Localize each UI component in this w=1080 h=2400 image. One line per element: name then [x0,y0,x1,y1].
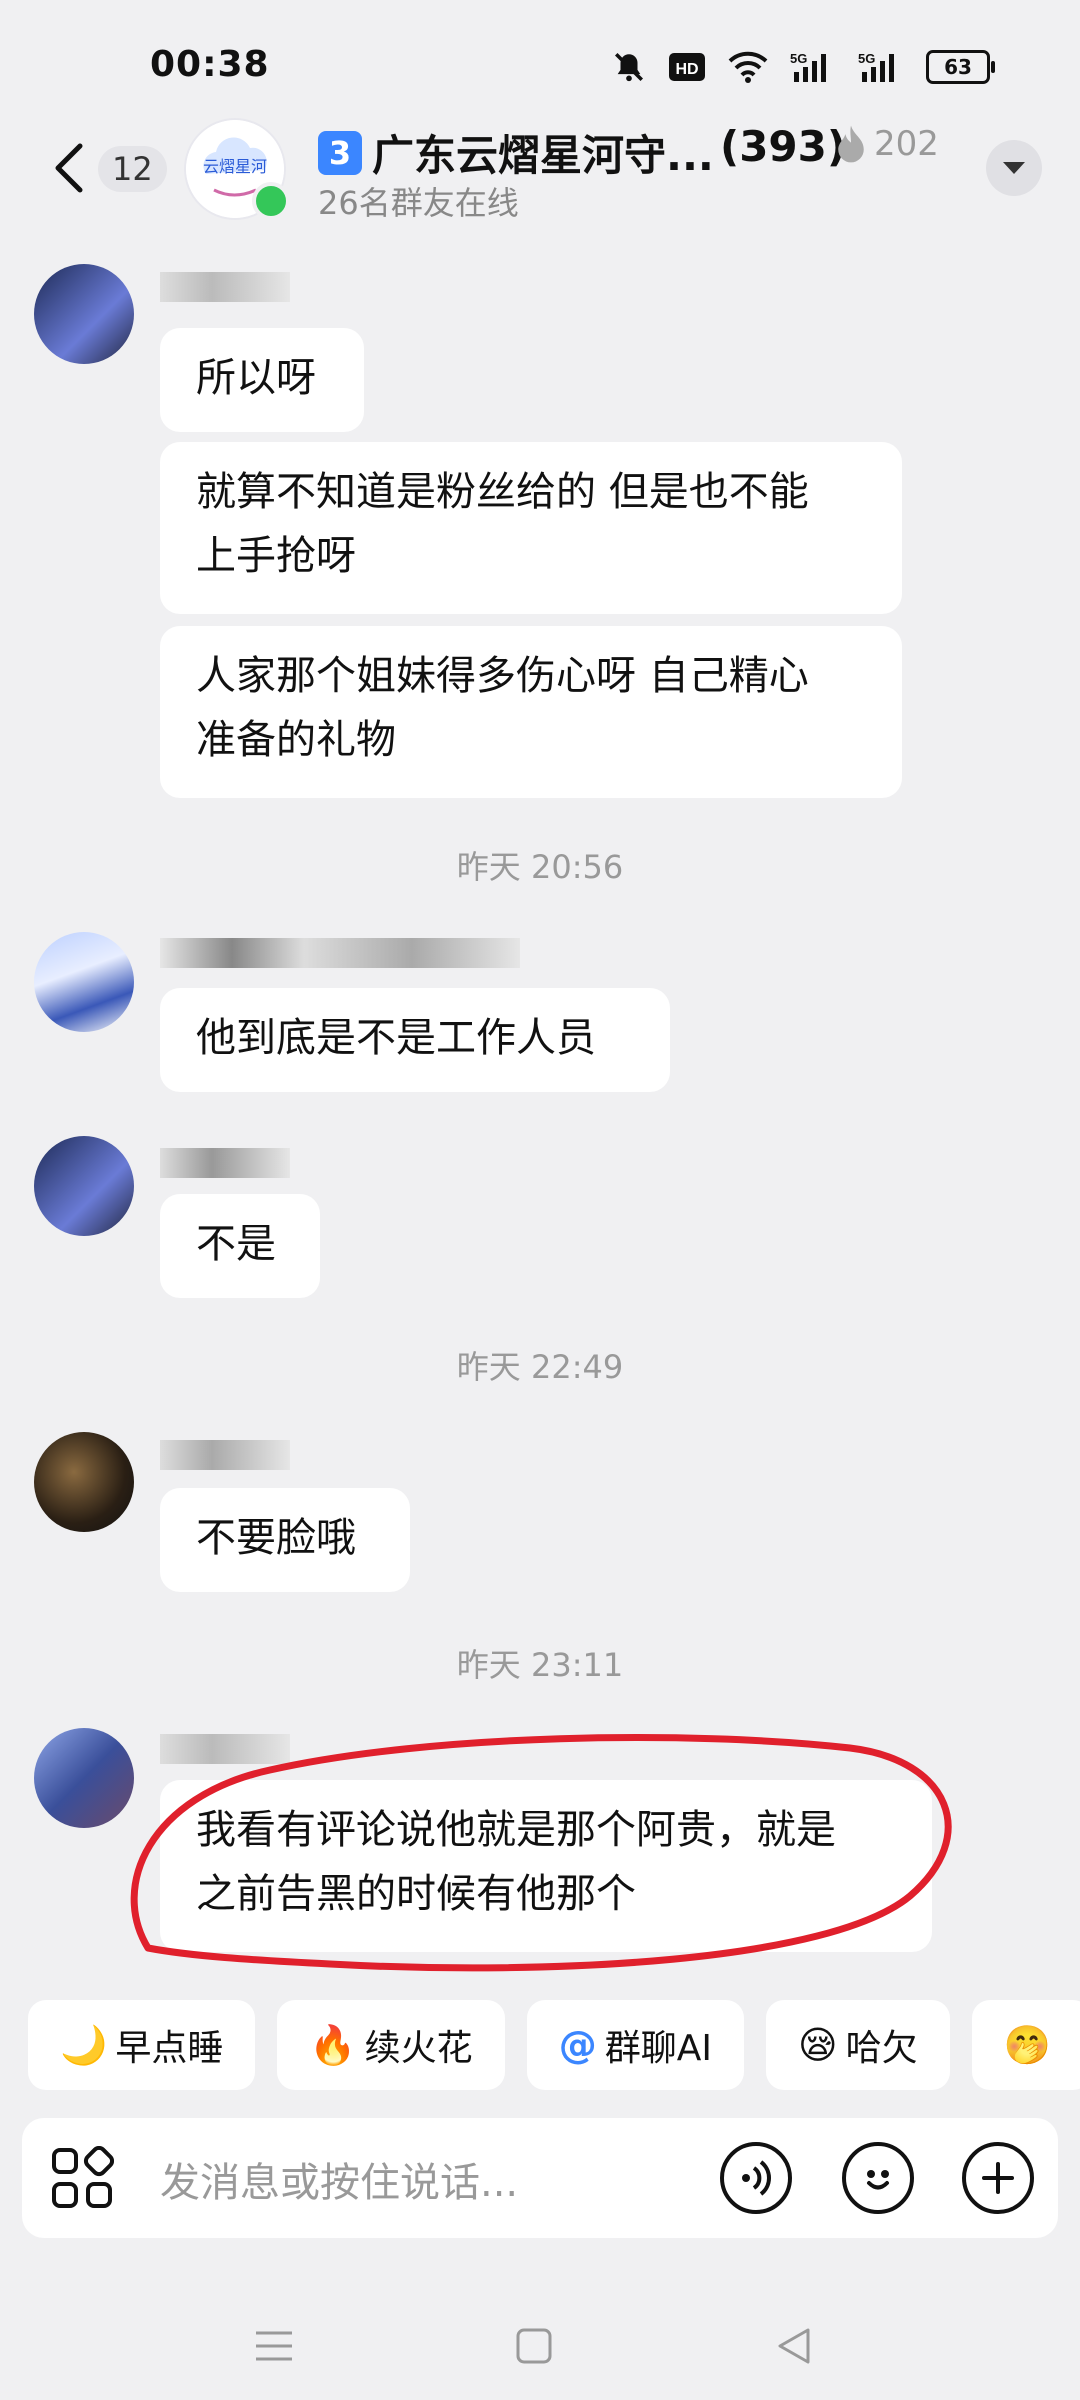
emoji-button[interactable] [842,2142,914,2214]
yawn-face-icon: 😪 [797,2023,838,2067]
chip-label: 早点睡 [115,2028,224,2069]
chevron-left-icon [55,143,83,193]
back-nav-button[interactable] [764,2316,824,2376]
fire-streak: 202 [834,124,939,164]
sender-avatar[interactable] [34,1136,134,1236]
message-bubble[interactable]: 不是 [160,1194,320,1298]
group-title[interactable]: 3 广东云熠星河守... [318,122,714,183]
sender-name-blurred [160,1148,290,1178]
timestamp-divider: 昨天 23:11 [456,1646,624,1684]
battery-indicator: 63 [926,50,995,84]
status-icons: HD 5G 5G 63 [612,50,995,84]
add-button[interactable] [962,2142,1034,2214]
quick-reply-chip[interactable]: 🌙 早点睡 [28,2000,256,2090]
square-icon [516,2328,552,2364]
svg-text:5G: 5G [790,51,807,66]
plus-icon [982,2162,1014,2194]
wifi-icon [728,50,768,84]
hd-icon: HD [668,50,706,84]
chat-header: 12 云熠星河 3 广东云熠星河守... (393) 202 26名群友在线 [0,110,1080,230]
online-status-dot [252,182,290,220]
group-member-count: (393) [720,122,847,171]
sender-name-blurred [160,1734,290,1764]
mute-bell-icon [612,50,646,84]
sender-avatar[interactable] [34,264,134,364]
chip-label: 哈欠 [845,2028,918,2069]
sender-name-blurred [160,938,520,968]
giggle-face-icon: 🤭 [1003,2022,1051,2067]
sender-name-blurred [160,272,290,302]
quick-reply-chip[interactable]: 😪 哈欠 [765,2000,950,2090]
flame-icon [838,125,864,163]
group-title-text: 广东云熠星河守... [372,131,714,180]
menu-nav-button[interactable] [244,2316,304,2376]
sender-name-blurred [160,1440,290,1470]
system-nav-bar [0,2290,1080,2400]
quick-reply-chip[interactable]: @ 群聊AI [526,2000,744,2090]
message-input[interactable]: 发消息或按住说话... [160,2150,518,2208]
fire-icon: 🔥 [309,2022,357,2067]
home-nav-button[interactable] [504,2316,564,2376]
voice-wave-icon [742,2160,771,2196]
sender-avatar[interactable] [34,932,134,1032]
chip-label: 群聊AI [604,2028,712,2069]
quick-reply-chip[interactable]: 🤭 [971,2000,1080,2090]
signal-5g-icon: 5G [790,50,836,84]
status-time: 00:38 [150,44,270,85]
timestamp-divider: 昨天 22:49 [456,1348,624,1386]
svg-text:HD: HD [675,61,698,78]
apps-grid-icon[interactable] [50,2145,115,2210]
hamburger-icon [256,2331,292,2361]
message-bubble[interactable]: 他到底是不是工作人员 [160,988,670,1092]
message-input-bar: 发消息或按住说话... [22,2118,1058,2238]
message-bubble[interactable]: 就算不知道是粉丝给的 但是也不能 上手抢呀 [160,442,902,614]
voice-button[interactable] [720,2142,792,2214]
unread-count-badge: 12 [98,146,167,192]
sender-avatar[interactable] [34,1432,134,1532]
online-members-text: 26名群友在线 [318,184,519,222]
timestamp-divider: 昨天 20:56 [456,848,624,886]
moon-sleep-icon: 🌙 [60,2022,108,2067]
sender-avatar[interactable] [34,1728,134,1828]
number-three-emoji-icon: 3 [318,130,362,175]
message-bubble[interactable]: 不要脸哦 [160,1488,410,1592]
svg-text:5G: 5G [858,51,875,66]
at-sign-icon: @ [558,2023,597,2067]
back-button[interactable] [50,140,90,196]
signal-5g-icon-2: 5G [858,50,904,84]
quick-reply-bar: 🌙 早点睡 🔥 续火花 @ 群聊AI 😪 哈欠 🤭 [0,2000,1080,2096]
message-bubble[interactable]: 人家那个姐妹得多伤心呀 自己精心 准备的礼物 [160,626,902,798]
smiley-icon [867,2170,889,2190]
triangle-back-icon [778,2328,810,2364]
message-bubble[interactable]: 我看有评论说他就是那个阿贵，就是 之前告黑的时候有他那个 [160,1780,932,1952]
fire-count: 202 [874,124,939,164]
avatar-text: 云熠星河 [203,157,267,176]
message-bubble[interactable]: 所以呀 [160,328,364,432]
quick-reply-chip[interactable]: 🔥 续火花 [277,2000,505,2090]
caret-down-icon [1003,162,1025,174]
more-options-button[interactable] [986,140,1042,196]
chip-label: 续火花 [364,2028,473,2069]
